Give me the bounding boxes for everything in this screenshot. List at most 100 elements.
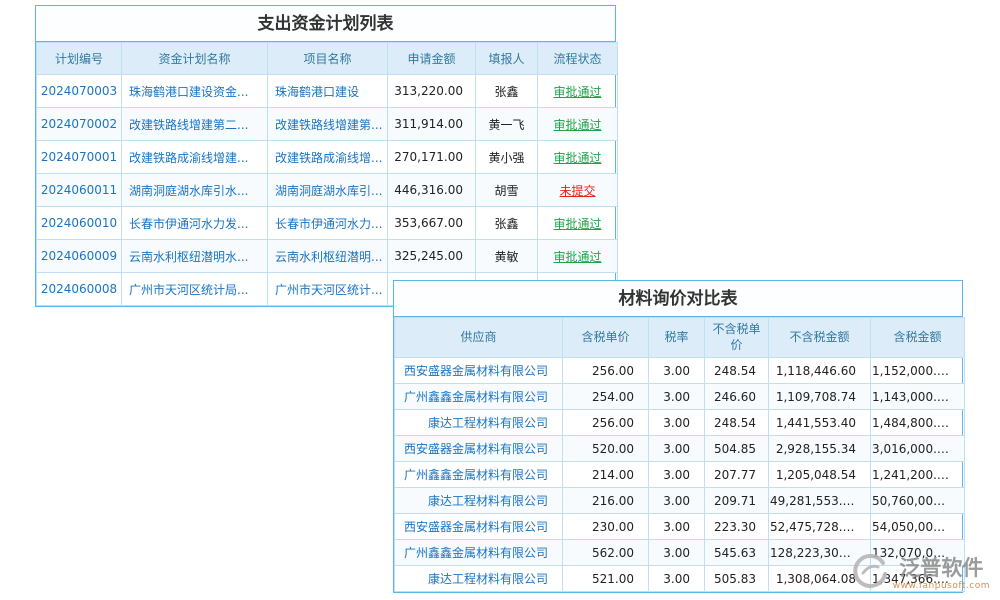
tax-rate-cell: 3.00 — [649, 488, 705, 514]
reporter-cell: 黄小强 — [476, 141, 538, 174]
plan-name-cell[interactable]: 湖南洞庭湖水库引水... — [122, 174, 268, 207]
plan-table-row: 2024070003 珠海鹤港口建设资金... 珠海鹤港口建设 313,220.… — [37, 75, 618, 108]
price-tax-cell: 214.00 — [563, 462, 649, 488]
quote-table-row: 康达工程材料有限公司 216.00 3.00 209.71 49,281,553… — [395, 488, 965, 514]
price-no-tax-cell: 223.30 — [705, 514, 769, 540]
plan-name-cell[interactable]: 云南水利枢纽潜明水... — [122, 240, 268, 273]
project-name-cell[interactable]: 云南水利枢纽潜明... — [268, 240, 388, 273]
price-tax-cell: 562.00 — [563, 540, 649, 566]
supplier-cell[interactable]: 广州鑫鑫金属材料有限公司 — [395, 462, 563, 488]
quote-col-header: 含税金额 — [871, 318, 965, 358]
plan-table: 计划编号资金计划名称项目名称申请金额填报人流程状态 2024070003 珠海鹤… — [36, 42, 618, 306]
quote-table-title: 材料询价对比表 — [394, 281, 962, 317]
status-cell[interactable]: 审批通过 — [538, 207, 618, 240]
amount-no-tax-cell: 49,281,553.40 — [769, 488, 871, 514]
quote-col-header: 不含税单价 — [705, 318, 769, 358]
amount-tax-cell: 3,016,000.00 — [871, 436, 965, 462]
supplier-cell[interactable]: 广州鑫鑫金属材料有限公司 — [395, 384, 563, 410]
tax-rate-cell: 3.00 — [649, 566, 705, 592]
quote-table-header-row: 供应商含税单价税率不含税单价不含税金额含税金额 — [395, 318, 965, 358]
tax-rate-cell: 3.00 — [649, 540, 705, 566]
plan-col-header: 申请金额 — [388, 43, 476, 75]
amount-tax-cell: 1,152,000.00 — [871, 358, 965, 384]
price-no-tax-cell: 545.63 — [705, 540, 769, 566]
status-cell[interactable]: 审批通过 — [538, 75, 618, 108]
plan-id-cell[interactable]: 2024070003 — [37, 75, 122, 108]
reporter-cell: 胡雪 — [476, 174, 538, 207]
apply-amount-cell: 325,245.00 — [388, 240, 476, 273]
plan-id-cell[interactable]: 2024060011 — [37, 174, 122, 207]
project-name-cell[interactable]: 广州市天河区统计... — [268, 273, 388, 306]
apply-amount-cell: 270,171.00 — [388, 141, 476, 174]
price-tax-cell: 254.00 — [563, 384, 649, 410]
reporter-cell: 张鑫 — [476, 207, 538, 240]
supplier-cell[interactable]: 西安盛器金属材料有限公司 — [395, 436, 563, 462]
project-name-cell[interactable]: 湖南洞庭湖水库引... — [268, 174, 388, 207]
plan-id-cell[interactable]: 2024070001 — [37, 141, 122, 174]
status-cell[interactable]: 未提交 — [538, 174, 618, 207]
status-cell[interactable]: 审批通过 — [538, 141, 618, 174]
plan-col-header: 填报人 — [476, 43, 538, 75]
price-no-tax-cell: 504.85 — [705, 436, 769, 462]
supplier-cell[interactable]: 康达工程材料有限公司 — [395, 566, 563, 592]
supplier-cell[interactable]: 康达工程材料有限公司 — [395, 488, 563, 514]
project-name-cell[interactable]: 改建铁路线增建第... — [268, 108, 388, 141]
quote-table: 供应商含税单价税率不含税单价不含税金额含税金额 西安盛器金属材料有限公司 256… — [394, 317, 965, 592]
plan-table-row: 2024060009 云南水利枢纽潜明水... 云南水利枢纽潜明... 325,… — [37, 240, 618, 273]
price-tax-cell: 521.00 — [563, 566, 649, 592]
project-name-cell[interactable]: 珠海鹤港口建设 — [268, 75, 388, 108]
plan-name-cell[interactable]: 珠海鹤港口建设资金... — [122, 75, 268, 108]
tax-rate-cell: 3.00 — [649, 514, 705, 540]
price-no-tax-cell: 248.54 — [705, 410, 769, 436]
plan-name-cell[interactable]: 改建铁路成渝线增建... — [122, 141, 268, 174]
amount-tax-cell: 50,760,000.00 — [871, 488, 965, 514]
supplier-cell[interactable]: 广州鑫鑫金属材料有限公司 — [395, 540, 563, 566]
plan-table-row: 2024060011 湖南洞庭湖水库引水... 湖南洞庭湖水库引... 446,… — [37, 174, 618, 207]
amount-no-tax-cell: 52,475,728.16 — [769, 514, 871, 540]
plan-col-header: 项目名称 — [268, 43, 388, 75]
apply-amount-cell: 353,667.00 — [388, 207, 476, 240]
plan-id-cell[interactable]: 2024060008 — [37, 273, 122, 306]
price-no-tax-cell: 246.60 — [705, 384, 769, 410]
quote-table-row: 康达工程材料有限公司 521.00 3.00 505.83 1,308,064.… — [395, 566, 965, 592]
project-name-cell[interactable]: 改建铁路成渝线增... — [268, 141, 388, 174]
amount-tax-cell: 54,050,000.00 — [871, 514, 965, 540]
supplier-cell[interactable]: 西安盛器金属材料有限公司 — [395, 358, 563, 384]
amount-tax-cell: 1,241,200.00 — [871, 462, 965, 488]
amount-no-tax-cell: 1,441,553.40 — [769, 410, 871, 436]
amount-tax-cell: 1,484,800.00 — [871, 410, 965, 436]
amount-no-tax-cell: 128,223,300.97 — [769, 540, 871, 566]
plan-name-cell[interactable]: 长春市伊通河水力发... — [122, 207, 268, 240]
amount-tax-cell: 1,347,366.00 — [871, 566, 965, 592]
price-no-tax-cell: 248.54 — [705, 358, 769, 384]
plan-name-cell[interactable]: 广州市天河区统计局... — [122, 273, 268, 306]
tax-rate-cell: 3.00 — [649, 384, 705, 410]
supplier-cell[interactable]: 康达工程材料有限公司 — [395, 410, 563, 436]
tax-rate-cell: 3.00 — [649, 358, 705, 384]
price-tax-cell: 520.00 — [563, 436, 649, 462]
project-name-cell[interactable]: 长春市伊通河水力... — [268, 207, 388, 240]
plan-name-cell[interactable]: 改建铁路线增建第二... — [122, 108, 268, 141]
quote-table-row: 西安盛器金属材料有限公司 520.00 3.00 504.85 2,928,15… — [395, 436, 965, 462]
amount-no-tax-cell: 1,205,048.54 — [769, 462, 871, 488]
quote-table-row: 广州鑫鑫金属材料有限公司 254.00 3.00 246.60 1,109,70… — [395, 384, 965, 410]
price-no-tax-cell: 209.71 — [705, 488, 769, 514]
quote-table-row: 广州鑫鑫金属材料有限公司 562.00 3.00 545.63 128,223,… — [395, 540, 965, 566]
supplier-cell[interactable]: 西安盛器金属材料有限公司 — [395, 514, 563, 540]
plan-table-header-row: 计划编号资金计划名称项目名称申请金额填报人流程状态 — [37, 43, 618, 75]
plan-id-cell[interactable]: 2024060009 — [37, 240, 122, 273]
tax-rate-cell: 3.00 — [649, 462, 705, 488]
plan-id-cell[interactable]: 2024060010 — [37, 207, 122, 240]
plan-id-cell[interactable]: 2024070002 — [37, 108, 122, 141]
quote-table-row: 西安盛器金属材料有限公司 230.00 3.00 223.30 52,475,7… — [395, 514, 965, 540]
status-cell[interactable]: 审批通过 — [538, 240, 618, 273]
price-tax-cell: 256.00 — [563, 410, 649, 436]
quote-col-header: 含税单价 — [563, 318, 649, 358]
price-tax-cell: 216.00 — [563, 488, 649, 514]
plan-col-header: 计划编号 — [37, 43, 122, 75]
plan-table-card: 支出资金计划列表 计划编号资金计划名称项目名称申请金额填报人流程状态 20240… — [35, 5, 616, 307]
apply-amount-cell: 313,220.00 — [388, 75, 476, 108]
quote-table-row: 广州鑫鑫金属材料有限公司 214.00 3.00 207.77 1,205,04… — [395, 462, 965, 488]
status-cell[interactable]: 审批通过 — [538, 108, 618, 141]
quote-col-header: 供应商 — [395, 318, 563, 358]
